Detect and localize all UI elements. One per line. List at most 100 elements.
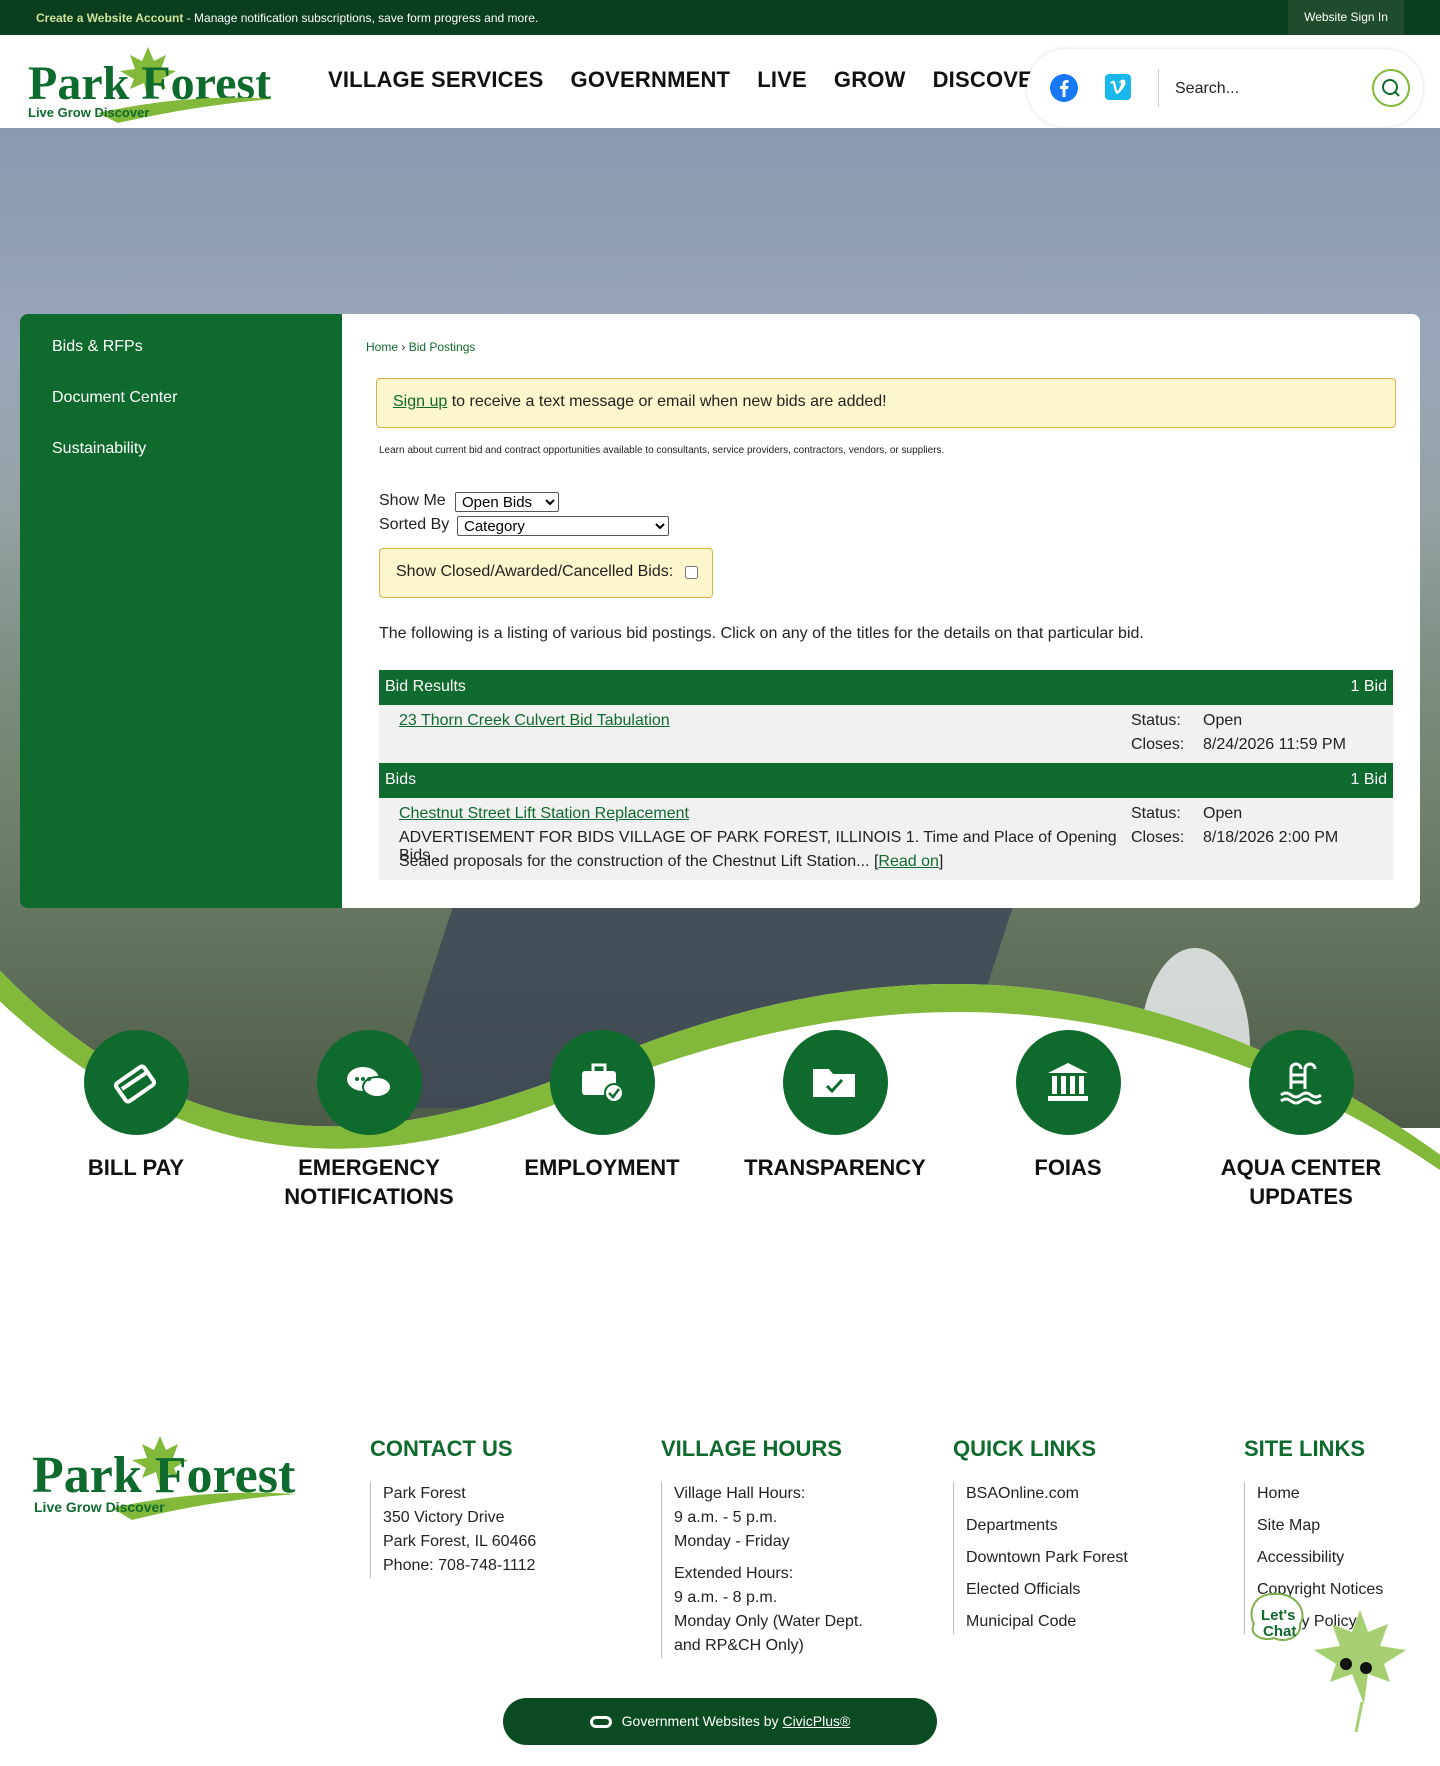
category-title: Bids (385, 771, 417, 788)
footer-link[interactable]: Accessibility (1257, 1546, 1383, 1570)
show-closed-label: Show Closed/Awarded/Cancelled Bids: (396, 563, 674, 580)
contact-city: Park Forest, IL 60466 (383, 1533, 537, 1550)
nav-village-services[interactable]: VILLAGE SERVICES (328, 67, 544, 93)
show-me-select[interactable]: Open Bids (455, 492, 559, 512)
hours-line: Monday Only (Water Dept. (674, 1613, 863, 1630)
footer-hours: VILLAGE HOURS Village Hall Hours: 9 a.m.… (661, 1436, 863, 1658)
closes-label: Closes: (1131, 829, 1185, 846)
chat-widget[interactable]: Let's Chat (1244, 1584, 1424, 1734)
signup-link[interactable]: Sign up (393, 393, 447, 410)
quick-link-label: AQUA CENTER UPDATES (1220, 1155, 1382, 1209)
sidebar-item-sustainability[interactable]: Sustainability (52, 440, 146, 458)
hours-line: Extended Hours: (674, 1565, 794, 1582)
footer-link[interactable]: Departments (966, 1514, 1128, 1538)
breadcrumb-home[interactable]: Home (366, 340, 398, 354)
hours-line: 9 a.m. - 8 p.m. (674, 1589, 778, 1606)
quick-links-list: BSAOnline.com Departments Downtown Park … (953, 1482, 1128, 1634)
hours-line: Village Hall Hours: (674, 1485, 806, 1502)
park-forest-logo[interactable]: Park Forest Live Grow Discover (28, 43, 278, 125)
quick-link-label: TRANSPARENCY (744, 1155, 926, 1180)
quick-link-employment[interactable]: EMPLOYMENT (492, 1030, 712, 1182)
briefcase-icon (549, 1030, 655, 1135)
credit-card-icon (83, 1030, 189, 1135)
search-icon (1382, 79, 1400, 97)
category-header-bid-results: Bid Results 1 Bid (379, 670, 1393, 705)
chat-text-line2: Chat (1263, 1623, 1296, 1640)
nav-grow[interactable]: GROW (834, 67, 906, 93)
footer-heading: VILLAGE HOURS (661, 1436, 842, 1461)
show-closed-box: Show Closed/Awarded/Cancelled Bids: (379, 548, 713, 598)
main-nav: VILLAGE SERVICES GOVERNMENT LIVE GROW DI… (328, 67, 1049, 93)
category-title: Bid Results (385, 678, 466, 695)
civicplus-banner: Government Websites by CivicPlus® (503, 1698, 937, 1745)
quick-link-emergency-notifications[interactable]: EMERGENCY NOTIFICATIONS (259, 1030, 479, 1211)
bid-description-continued: Sealed proposals for the construction of… (399, 853, 944, 870)
footer-link[interactable]: Elected Officials (966, 1578, 1128, 1602)
top-bar: Create a Website Account - Manage notifi… (0, 0, 1440, 35)
utility-divider (1158, 69, 1159, 107)
sidebar: Bids & RFPs Document Center Sustainabili… (20, 314, 342, 908)
footer-link[interactable]: BSAOnline.com (966, 1482, 1128, 1506)
contact-phone: Phone: 708-748-1112 (383, 1557, 536, 1574)
main-content: Home › Bid Postings Sign up to receive a… (342, 314, 1420, 908)
maple-leaf-mascot (1314, 1610, 1406, 1704)
create-account-link[interactable]: Create a Website Account (36, 11, 183, 25)
breadcrumb: Home › Bid Postings (366, 340, 475, 354)
closes-label: Closes: (1131, 736, 1185, 753)
show-closed-checkbox[interactable] (685, 566, 698, 579)
footer-logo[interactable]: Park Forest Live Grow Discover (32, 1432, 302, 1522)
footer-link[interactable]: Home (1257, 1482, 1383, 1506)
status-value: Open (1203, 805, 1243, 822)
quick-link-label: FOIAS (1034, 1155, 1102, 1180)
utility-bar (1027, 49, 1423, 127)
contact-name: Park Forest (383, 1485, 466, 1502)
signup-text: to receive a text message or email when … (447, 393, 887, 410)
footer-link[interactable]: Municipal Code (966, 1610, 1128, 1634)
sorted-by-select[interactable]: Category (457, 516, 669, 536)
bid-row: Chestnut Street Lift Station Replacement… (379, 798, 1393, 880)
quick-link-foias[interactable]: FOIAS (958, 1030, 1178, 1182)
quick-link-label: BILL PAY (87, 1155, 185, 1180)
hours-line: Monday - Friday (674, 1533, 790, 1550)
nav-live[interactable]: LIVE (757, 67, 807, 93)
footer-heading: CONTACT US (370, 1436, 513, 1461)
search-input[interactable] (1175, 75, 1335, 103)
hours-line: 9 a.m. - 5 p.m. (674, 1509, 778, 1526)
facebook-icon[interactable] (1050, 74, 1078, 102)
status-label: Status: (1131, 805, 1181, 822)
sorted-by-label: Sorted By (379, 516, 450, 533)
account-message: Create a Website Account - Manage notifi… (36, 11, 538, 25)
bid-title-link[interactable]: 23 Thorn Creek Culvert Bid Tabulation (399, 712, 670, 730)
civicplus-logo-icon (589, 1716, 612, 1729)
footer-quick-links: QUICK LINKS BSAOnline.com Departments Do… (953, 1436, 1128, 1642)
quick-link-bill-pay[interactable]: BILL PAY (26, 1030, 246, 1182)
nav-government[interactable]: GOVERNMENT (571, 67, 731, 93)
folder-check-icon (782, 1030, 888, 1135)
breadcrumb-current[interactable]: Bid Postings (409, 340, 476, 354)
contact-street: 350 Victory Drive (383, 1509, 505, 1526)
listing-description: The following is a listing of various bi… (379, 625, 1144, 642)
sign-in-button[interactable]: Website Sign In (1288, 0, 1404, 35)
pool-ladder-icon (1248, 1030, 1354, 1135)
government-building-icon (1015, 1030, 1121, 1135)
civicplus-link[interactable]: CivicPlus® (782, 1713, 850, 1729)
bid-description-text: Sealed proposals for the construction of… (399, 853, 874, 870)
quick-link-transparency[interactable]: TRANSPARENCY (725, 1030, 945, 1182)
contact-lines: Park Forest 350 Victory Drive Park Fores… (370, 1482, 536, 1578)
sidebar-item-document-center[interactable]: Document Center (52, 389, 177, 407)
breadcrumb-separator: › (398, 340, 409, 354)
category-header-bids: Bids 1 Bid (379, 763, 1393, 798)
footer-link[interactable]: Downtown Park Forest (966, 1546, 1128, 1570)
vimeo-icon[interactable] (1105, 74, 1131, 100)
category-count: 1 Bid (1350, 771, 1387, 788)
sidebar-item-bids-rfps[interactable]: Bids & RFPs (52, 338, 143, 356)
search-button[interactable] (1372, 69, 1410, 107)
footer-heading: QUICK LINKS (953, 1436, 1096, 1461)
read-on-link[interactable]: Read on (878, 853, 939, 870)
site-header: Park Forest Live Grow Discover VILLAGE S… (0, 35, 1440, 128)
signup-notice: Sign up to receive a text message or ema… (376, 378, 1396, 428)
quick-link-aqua-center-updates[interactable]: AQUA CENTER UPDATES (1191, 1030, 1411, 1211)
bid-title-link[interactable]: Chestnut Street Lift Station Replacement (399, 805, 689, 823)
hours-line: and RP&CH Only) (674, 1637, 804, 1654)
footer-link[interactable]: Site Map (1257, 1514, 1383, 1538)
